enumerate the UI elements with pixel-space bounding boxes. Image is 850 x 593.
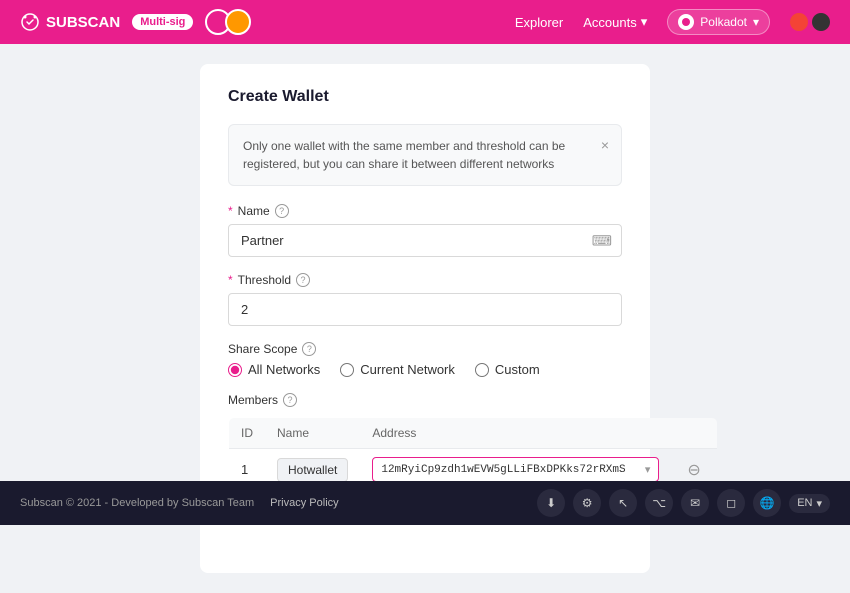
footer-privacy-link[interactable]: Privacy Policy	[270, 497, 338, 509]
name-input[interactable]	[228, 224, 622, 257]
name-field-group: * Name ? ⌨	[228, 204, 622, 257]
polkadot-button[interactable]: Polkadot ▾	[667, 9, 770, 35]
card-title: Create Wallet	[228, 88, 622, 106]
multisig-badge[interactable]: Multi-sig	[132, 14, 193, 30]
footer-icon-mail[interactable]: ✉	[681, 489, 709, 517]
footer-icon-github[interactable]: ⌥	[645, 489, 673, 517]
footer-icon-settings[interactable]: ⚙	[573, 489, 601, 517]
close-icon[interactable]: ×	[601, 135, 609, 156]
footer-icon-cursor[interactable]: ↖	[609, 489, 637, 517]
logo-icon	[20, 12, 40, 32]
threshold-input[interactable]	[228, 293, 622, 326]
col-header-id: ID	[229, 418, 266, 449]
avatar-group	[205, 9, 251, 35]
share-scope-group: Share Scope ? All Networks Current Netwo…	[228, 342, 622, 377]
threshold-label: * Threshold ?	[228, 273, 622, 287]
info-banner-text: Only one wallet with the same member and…	[243, 139, 565, 171]
radio-custom-input[interactable]	[475, 363, 489, 377]
remove-member-1-button[interactable]: ⊖	[683, 460, 704, 480]
lang-caret-icon: ▾	[816, 497, 822, 510]
name-help-icon[interactable]: ?	[275, 204, 289, 218]
footer-icon-chat[interactable]: ◻	[717, 489, 745, 517]
footer-copyright: Subscan © 2021 - Developed by Subscan Te…	[20, 497, 254, 509]
language-selector[interactable]: EN ▾	[789, 494, 830, 513]
footer-icon-globe[interactable]: 🌐	[753, 489, 781, 517]
radio-group: All Networks Current Network Custom	[228, 362, 622, 377]
keyboard-icon: ⌨	[592, 232, 612, 249]
nav-links: Explorer Accounts ▾ Polkadot ▾	[515, 9, 830, 35]
radio-all-networks-input[interactable]	[228, 363, 242, 377]
polkadot-dot-icon	[678, 14, 694, 30]
table-header-row: ID Name Address	[229, 418, 718, 449]
col-header-name: Name	[265, 418, 360, 449]
logo-text: SUBSCAN	[46, 14, 120, 31]
nav-accounts[interactable]: Accounts ▾	[583, 14, 647, 30]
threshold-help-icon[interactable]: ?	[296, 273, 310, 287]
radio-current-network[interactable]: Current Network	[340, 362, 455, 377]
theme-toggle-dark	[812, 13, 830, 31]
address-select-1[interactable]: 12mRyiCp9zdh1wEVW5gLLiFBxDPKks72rRXmS ▾	[372, 457, 659, 482]
radio-custom[interactable]: Custom	[475, 362, 540, 377]
col-header-address: Address	[360, 418, 671, 449]
nav-explorer[interactable]: Explorer	[515, 15, 563, 30]
avatar-orange	[225, 9, 251, 35]
threshold-field-group: * Threshold ?	[228, 273, 622, 326]
logo: SUBSCAN	[20, 12, 120, 32]
members-label: Members ?	[228, 393, 622, 407]
radio-current-network-input[interactable]	[340, 363, 354, 377]
share-scope-help-icon[interactable]: ?	[302, 342, 316, 356]
chevron-down-icon: ▾	[645, 463, 651, 476]
members-help-icon[interactable]: ?	[283, 393, 297, 407]
theme-toggle[interactable]	[790, 13, 830, 31]
footer-links: Subscan © 2021 - Developed by Subscan Te…	[20, 497, 339, 509]
theme-toggle-red	[790, 13, 808, 31]
footer: Subscan © 2021 - Developed by Subscan Te…	[0, 481, 850, 525]
footer-icons: ⬇ ⚙ ↖ ⌥ ✉ ◻ 🌐 EN ▾	[537, 489, 830, 517]
info-banner: Only one wallet with the same member and…	[228, 124, 622, 186]
name-label: * Name ?	[228, 204, 622, 218]
navbar: SUBSCAN Multi-sig Explorer Accounts ▾ Po…	[0, 0, 850, 44]
col-header-action	[671, 418, 717, 449]
name-input-wrapper: ⌨	[228, 224, 622, 257]
required-star: *	[228, 204, 233, 218]
share-scope-label: Share Scope ?	[228, 342, 622, 356]
required-star-2: *	[228, 273, 233, 287]
radio-all-networks[interactable]: All Networks	[228, 362, 320, 377]
footer-icon-download[interactable]: ⬇	[537, 489, 565, 517]
